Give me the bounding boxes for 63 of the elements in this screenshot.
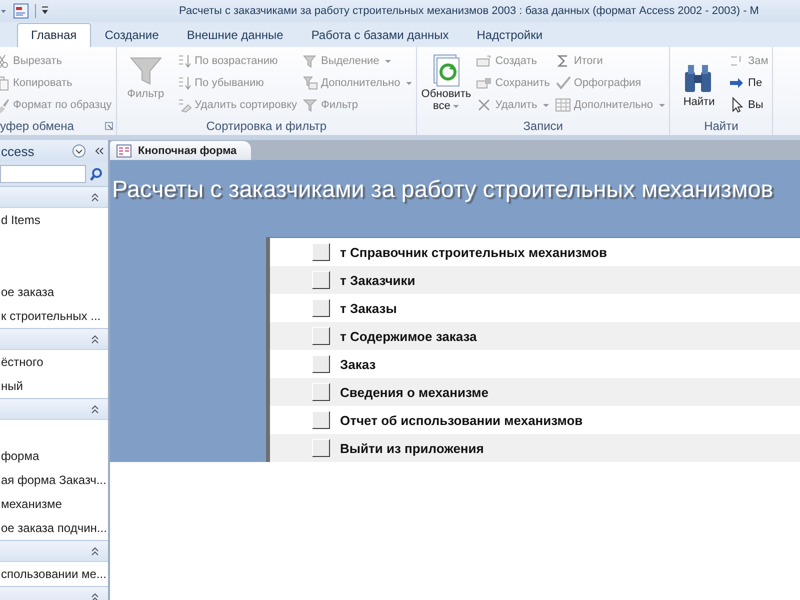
checkmark-icon bbox=[554, 75, 571, 91]
nav-item[interactable]: ный bbox=[0, 374, 108, 398]
switchboard-button[interactable] bbox=[312, 299, 330, 317]
form-icon[interactable] bbox=[12, 2, 30, 20]
arrow-icon bbox=[729, 75, 746, 91]
nav-item[interactable]: ое заказа bbox=[0, 280, 108, 304]
document-tab[interactable]: Кнопочная форма bbox=[110, 141, 251, 160]
switchboard-button[interactable] bbox=[312, 439, 330, 457]
ribbon-command[interactable]: Вы bbox=[727, 94, 770, 116]
switchboard-label: т Справочник строительных механизмов bbox=[340, 244, 607, 260]
search-icon[interactable] bbox=[89, 167, 103, 181]
nav-item[interactable]: ёстного bbox=[0, 350, 108, 374]
form-icon bbox=[116, 144, 132, 158]
switchboard-label: т Заказы bbox=[340, 300, 397, 316]
dialog-launcher-icon[interactable] bbox=[104, 122, 113, 130]
ribbon-button[interactable]: Найти bbox=[672, 50, 726, 117]
group-label: уфер обмена bbox=[0, 119, 74, 133]
cross-icon bbox=[476, 97, 492, 113]
nav-item[interactable]: d Items bbox=[0, 208, 108, 232]
nav-item[interactable]: форма bbox=[0, 444, 108, 468]
ribbon-command[interactable]: Пе bbox=[727, 72, 770, 94]
double-chevron-up-icon[interactable] bbox=[90, 334, 100, 344]
grid-icon bbox=[554, 97, 571, 113]
table-row-icon bbox=[476, 53, 492, 69]
nav-item[interactable]: ое заказа подчин... bbox=[0, 516, 108, 540]
group-label: Записи bbox=[523, 119, 564, 133]
switchboard-button[interactable] bbox=[312, 383, 330, 401]
chevron-circle-icon[interactable] bbox=[72, 144, 86, 158]
ribbon-tab[interactable]: Надстройки bbox=[462, 23, 557, 47]
switchboard-label: Отчет об использовании механизмов bbox=[340, 412, 583, 428]
form-title: Расчеты с заказчиками за работу строительных механизмов bbox=[112, 176, 774, 203]
ribbon-tab[interactable]: Внешние данные bbox=[172, 23, 298, 47]
switchboard-button[interactable] bbox=[312, 243, 330, 261]
switchboard-label: Заказ bbox=[340, 356, 376, 372]
nav-item[interactable]: ая форма Заказч... bbox=[0, 468, 108, 492]
double-chevron-up-icon[interactable] bbox=[90, 592, 100, 600]
switchboard-label: Сведения о механизме bbox=[340, 384, 488, 400]
switchboard-button[interactable] bbox=[312, 327, 330, 345]
switchboard-label: Выйти из приложения bbox=[340, 440, 484, 456]
switchboard-button[interactable] bbox=[312, 411, 330, 429]
nav-item[interactable]: механизме bbox=[0, 492, 108, 516]
table-row-icon bbox=[476, 75, 492, 91]
ribbon-tab[interactable]: Создание bbox=[90, 23, 173, 47]
double-chevron-up-icon[interactable] bbox=[90, 546, 100, 556]
pane-title: ccess bbox=[1, 144, 36, 158]
double-chevron-up-icon[interactable] bbox=[90, 404, 100, 414]
funnel-icon bbox=[302, 53, 318, 69]
switchboard-label: т Заказчики bbox=[340, 272, 416, 288]
nav-item[interactable]: к строительных ... bbox=[0, 304, 108, 328]
funnel-icon bbox=[302, 97, 318, 113]
ribbon-tab[interactable]: Работа с базами данных bbox=[297, 23, 463, 47]
window-title: Расчеты с заказчиками за работу строительных механизмов 2003 : база данных (формат Access 2002 - 2003) - M bbox=[179, 5, 759, 17]
search-field[interactable] bbox=[0, 165, 86, 183]
ribbon-tab[interactable]: Главная bbox=[17, 23, 91, 47]
switchboard-button[interactable] bbox=[312, 355, 330, 373]
group-label: Сортировка и фильтр bbox=[206, 119, 327, 133]
switchboard-label: т Содержимое заказа bbox=[340, 328, 477, 344]
group-label: Найти bbox=[704, 119, 738, 133]
switchboard-button[interactable] bbox=[312, 271, 330, 289]
funnel-icon bbox=[302, 75, 318, 91]
ribbon-button[interactable]: Обновить все bbox=[419, 50, 474, 117]
nav-item[interactable]: спользовании ме... bbox=[0, 562, 108, 586]
double-chevron-up-icon[interactable] bbox=[90, 192, 100, 202]
